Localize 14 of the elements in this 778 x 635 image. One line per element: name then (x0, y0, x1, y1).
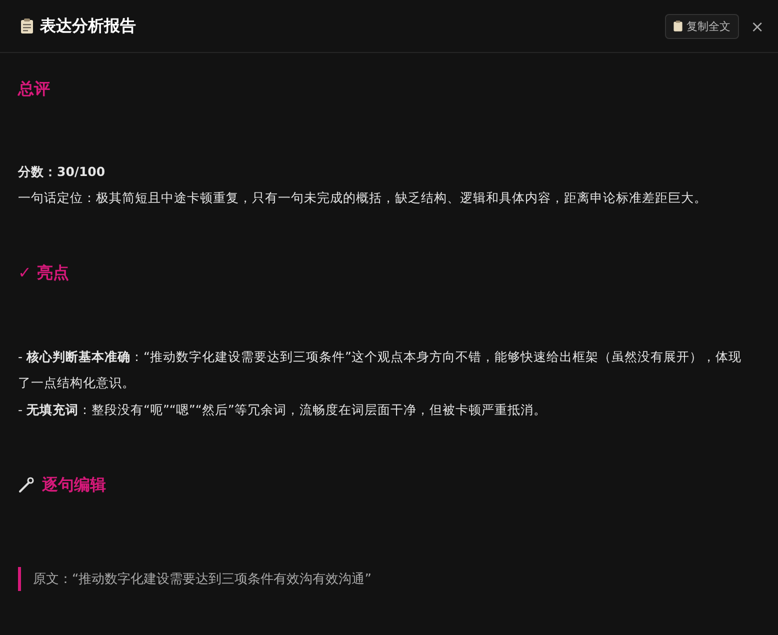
wrench-icon (18, 477, 34, 493)
section-heading: 逐句编辑 (42, 474, 106, 496)
report-title: 表达分析报告 (40, 16, 136, 36)
score-text: 分数：30/100 (18, 163, 106, 181)
original-quote: 原文：“推动数字化建设需要达到三项条件有效沟有效沟通” (18, 567, 384, 591)
highlight-item: - 无填充词：整段没有“呃”“嗯”“然后”等冗余词，流畅度在词层面干净，但被卡顿严重抵消。 (18, 400, 548, 418)
section-heading: 总评 (18, 78, 50, 100)
copy-all-button[interactable]: 复制全文 (664, 14, 739, 38)
highlight-item: - 核心判断基本准确：“推动数字化建设需要达到三项条件”这个观点本身方向不错，能够快速给出框架（虽然没有展开），体现了一点结构化意识。 (18, 348, 742, 392)
clipboard-icon (20, 18, 34, 34)
clipboard-icon (672, 20, 683, 32)
section-heading: ✓ 亮点 (18, 263, 69, 284)
summary-text: 一句话定位：极其简短且中途卡顿重复，只有一句未完成的概括，缺乏结构、逻辑和具体内容，距离申论标准差距巨大。 (18, 189, 708, 207)
close-button[interactable]: × (746, 16, 768, 36)
